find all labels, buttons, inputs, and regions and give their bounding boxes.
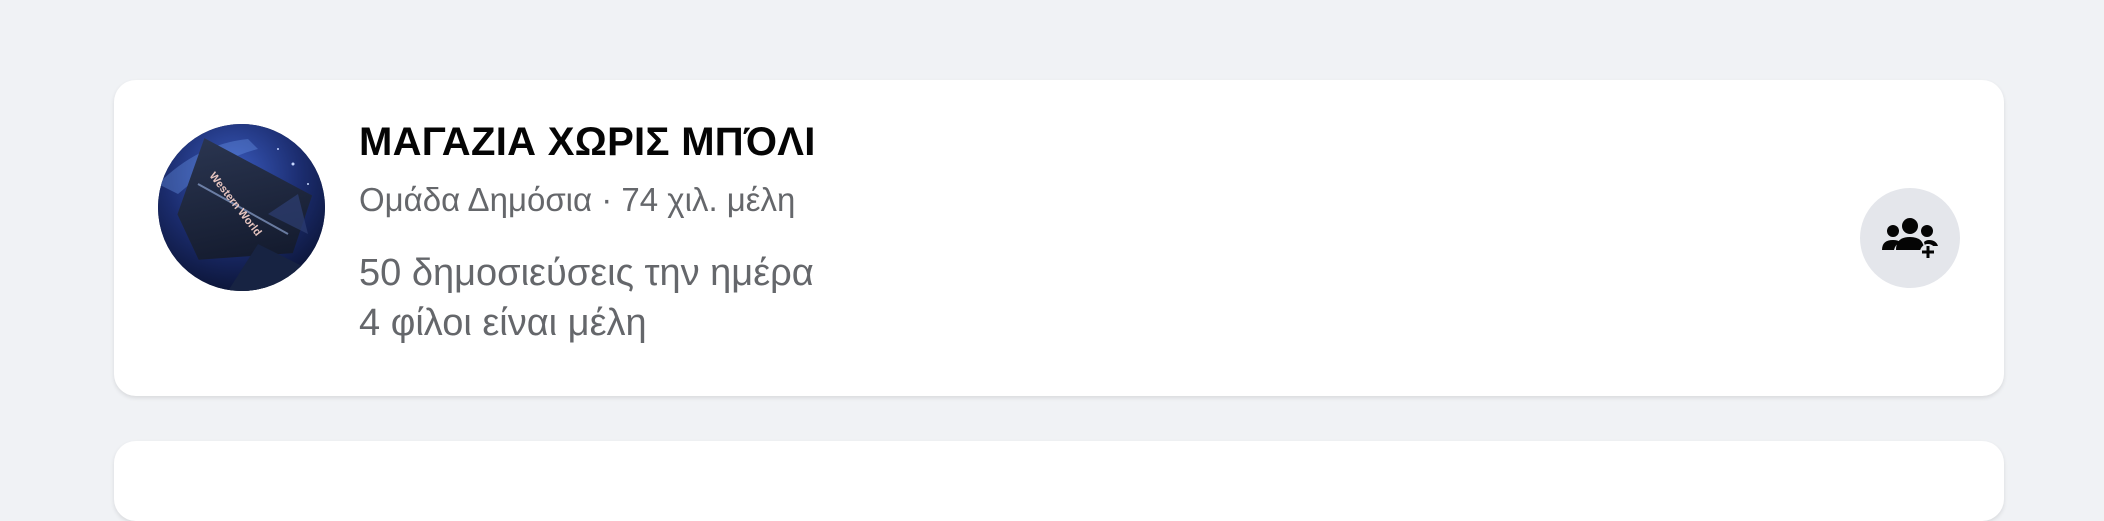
group-avatar[interactable]: Western World: [158, 124, 325, 291]
next-result-card[interactable]: [114, 441, 2004, 521]
join-group-icon: [1882, 218, 1938, 260]
group-result-card[interactable]: Western World ΜΑΓΑΖΙΑ ΧΩΡΙΣ ΜΠΌΛΙ Ομάδα …: [114, 80, 2004, 396]
posts-per-day: 50 δημοσιεύσεις την ημέρα: [359, 252, 814, 294]
join-group-button[interactable]: [1860, 188, 1960, 288]
group-stats: 50 δημοσιεύσεις την ημέρα 4 φίλοι είναι …: [359, 248, 1804, 348]
group-avatar-image: Western World: [158, 124, 325, 291]
friends-members: 4 φίλοι είναι μέλη: [359, 302, 647, 344]
group-meta: Ομάδα Δημόσια · 74 χιλ. μέλη: [359, 181, 796, 218]
group-name[interactable]: ΜΑΓΑΖΙΑ ΧΩΡΙΣ ΜΠΌΛΙ: [359, 114, 1804, 170]
group-info: ΜΑΓΑΖΙΑ ΧΩΡΙΣ ΜΠΌΛΙ Ομάδα Δημόσια · 74 χ…: [359, 114, 1804, 348]
